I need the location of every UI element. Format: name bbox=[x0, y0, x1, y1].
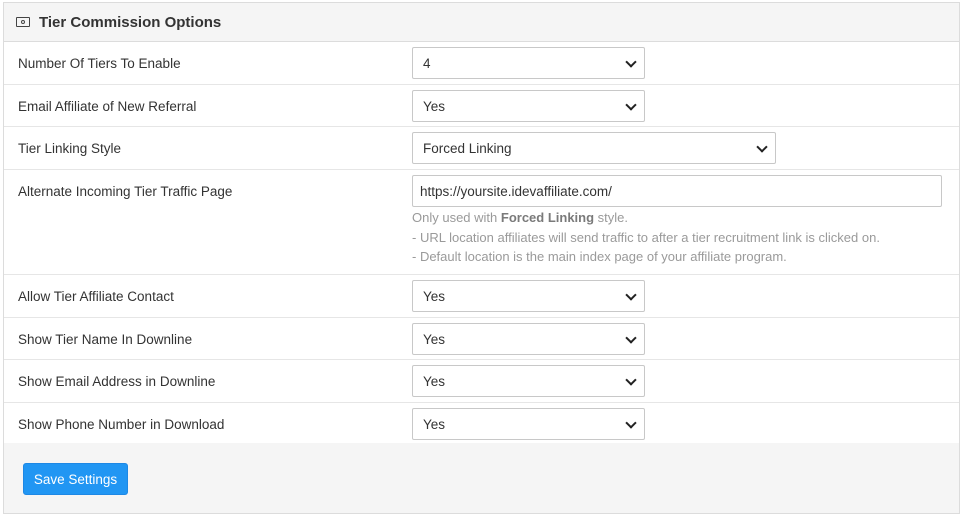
show-email-select[interactable]: Yes bbox=[412, 365, 645, 397]
row-show-tier-name: Show Tier Name In Downline Yes bbox=[4, 318, 959, 360]
select-value: Yes bbox=[423, 98, 446, 114]
help-text: Only used with Forced Linking style. - U… bbox=[412, 208, 880, 267]
number-of-tiers-select[interactable]: 4 bbox=[412, 47, 645, 79]
panel-header: Tier Commission Options bbox=[4, 3, 959, 42]
panel-footer: Save Settings bbox=[4, 443, 959, 513]
row-label: Show Phone Number in Download bbox=[18, 417, 225, 432]
row-label: Allow Tier Affiliate Contact bbox=[18, 289, 174, 304]
select-value: Forced Linking bbox=[423, 140, 512, 156]
tier-linking-style-select[interactable]: Forced Linking bbox=[412, 132, 776, 164]
row-email-affiliate: Email Affiliate of New Referral Yes bbox=[4, 85, 959, 127]
save-settings-button[interactable]: Save Settings bbox=[23, 463, 128, 495]
row-allow-tier-contact: Allow Tier Affiliate Contact Yes bbox=[4, 275, 959, 318]
row-label: Alternate Incoming Tier Traffic Page bbox=[18, 184, 233, 199]
select-value: Yes bbox=[423, 416, 446, 432]
help-line-3: - Default location is the main index pag… bbox=[412, 249, 787, 264]
show-phone-select[interactable]: Yes bbox=[412, 408, 645, 440]
input-value: https://yoursite.idevaffiliate.com/ bbox=[420, 183, 612, 199]
chevron-down-icon bbox=[625, 289, 637, 301]
chevron-down-icon bbox=[625, 417, 637, 429]
chevron-down-icon bbox=[625, 374, 637, 386]
select-value: 4 bbox=[423, 55, 431, 71]
help-bold: Forced Linking bbox=[500, 210, 595, 225]
show-tier-name-select[interactable]: Yes bbox=[412, 323, 645, 355]
select-value: Yes bbox=[423, 288, 446, 304]
row-label: Show Email Address in Downline bbox=[18, 374, 216, 389]
row-tier-linking-style: Tier Linking Style Forced Linking bbox=[4, 127, 959, 170]
row-label: Email Affiliate of New Referral bbox=[18, 99, 197, 114]
tier-commission-panel: Tier Commission Options Number Of Tiers … bbox=[3, 2, 960, 514]
panel-title: Tier Commission Options bbox=[39, 13, 222, 31]
select-value: Yes bbox=[423, 331, 446, 347]
chevron-down-icon bbox=[625, 99, 637, 111]
email-affiliate-select[interactable]: Yes bbox=[412, 90, 645, 122]
chevron-down-icon bbox=[625, 56, 637, 68]
select-value: Yes bbox=[423, 373, 446, 389]
money-bill-icon bbox=[16, 17, 30, 27]
help-line-2: - URL location affiliates will send traf… bbox=[412, 229, 880, 245]
chevron-down-icon bbox=[756, 141, 768, 153]
row-show-phone: Show Phone Number in Download Yes bbox=[4, 403, 959, 445]
chevron-down-icon bbox=[625, 332, 637, 344]
row-show-email: Show Email Address in Downline Yes bbox=[4, 360, 959, 403]
row-label: Show Tier Name In Downline bbox=[18, 332, 193, 347]
alternate-traffic-page-input[interactable]: https://yoursite.idevaffiliate.com/ bbox=[412, 175, 942, 207]
allow-tier-contact-select[interactable]: Yes bbox=[412, 280, 645, 312]
row-label: Number Of Tiers To Enable bbox=[18, 56, 181, 71]
row-alternate-traffic-page: Alternate Incoming Tier Traffic Page htt… bbox=[4, 170, 959, 275]
row-number-of-tiers: Number Of Tiers To Enable 4 bbox=[4, 42, 959, 85]
row-label: Tier Linking Style bbox=[18, 141, 122, 156]
